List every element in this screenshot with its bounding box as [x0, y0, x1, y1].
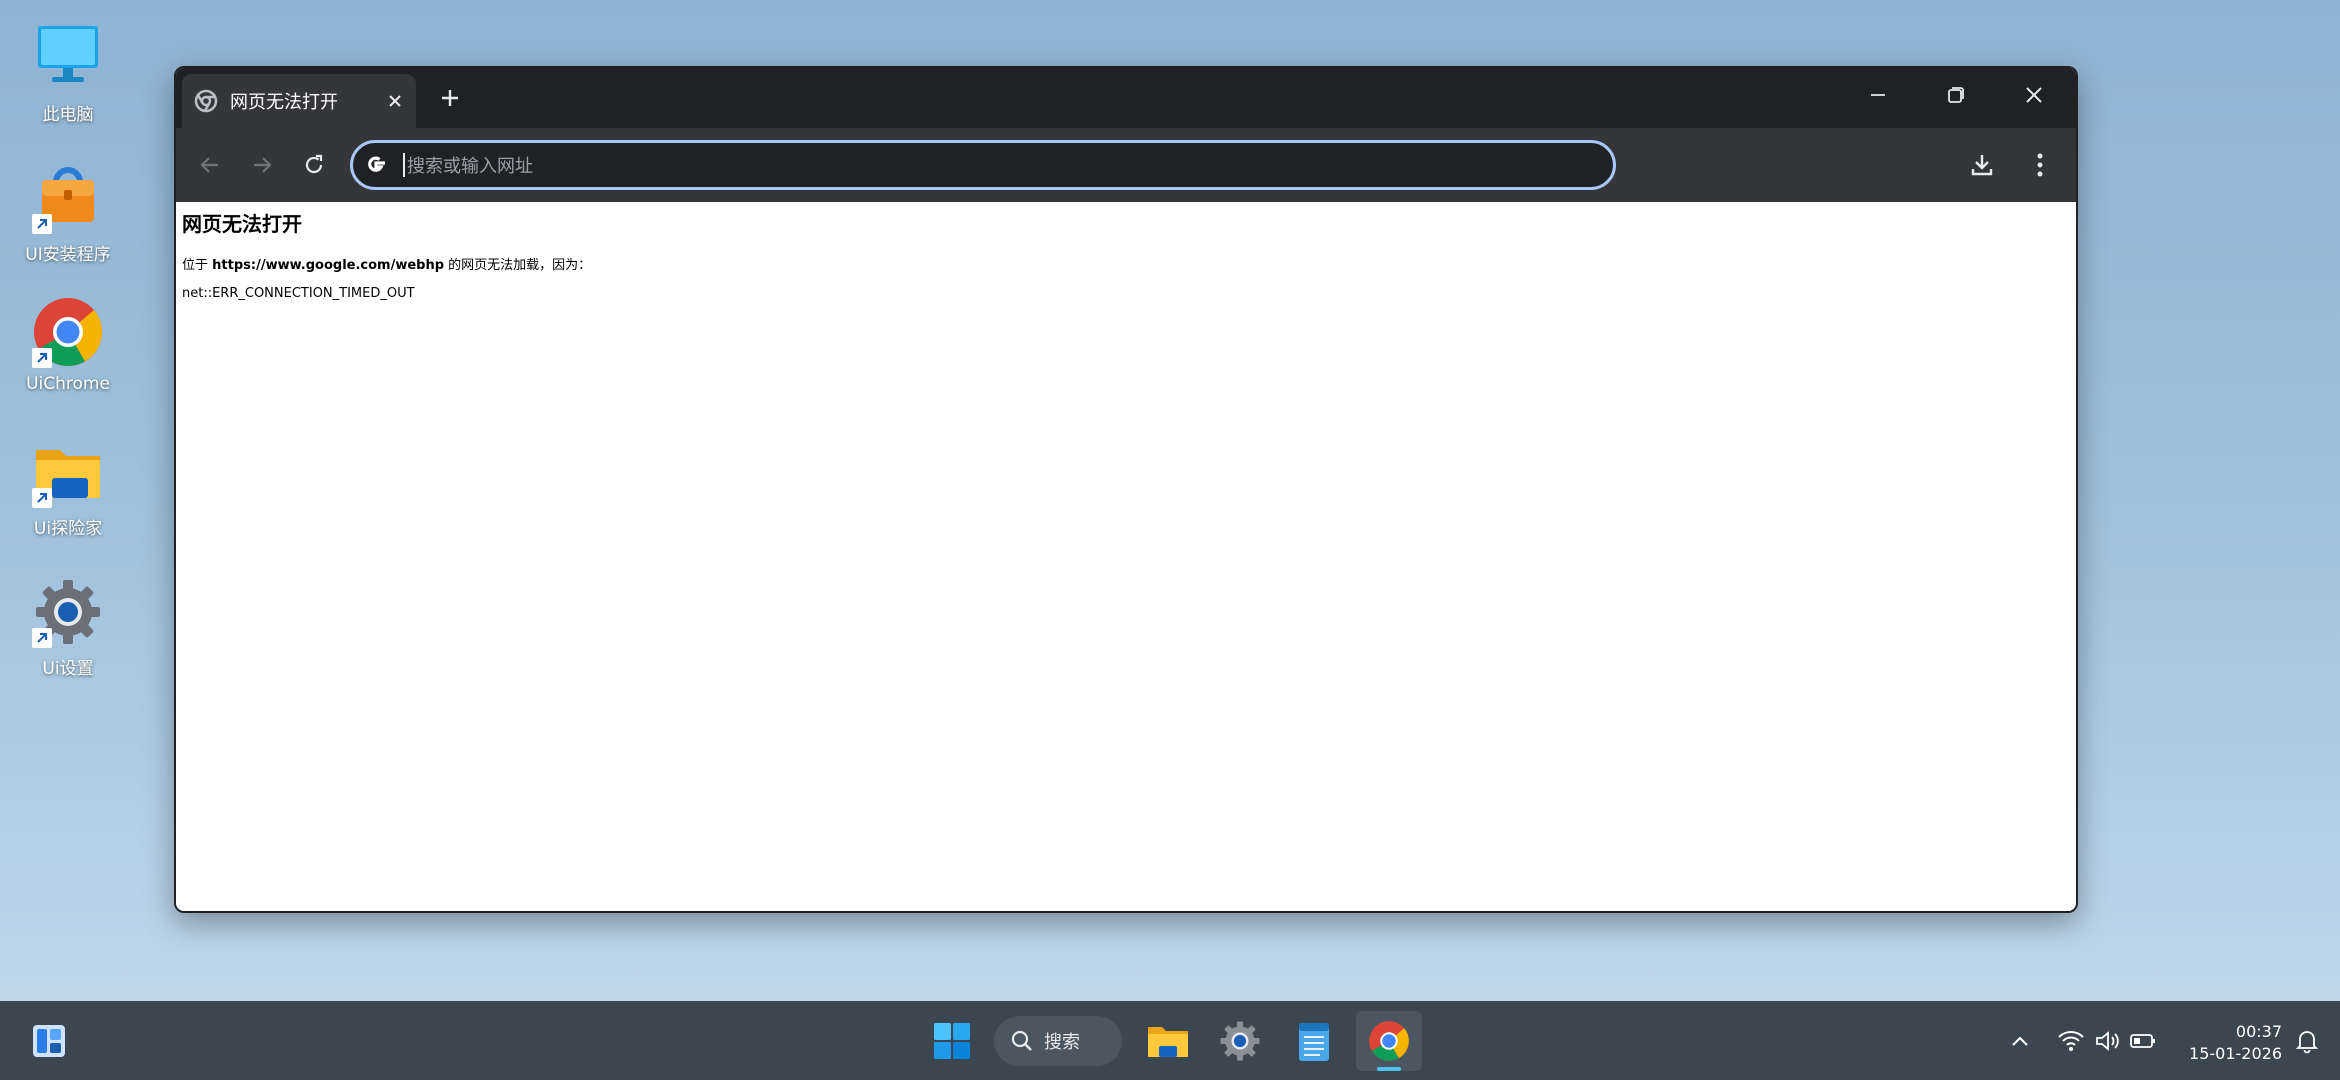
download-icon: [1971, 155, 1993, 176]
title-bar: 网页无法打开: [176, 68, 2076, 128]
show-hidden-icons-button[interactable]: [2004, 1011, 2036, 1071]
chrome-tab-icon: [194, 89, 218, 113]
downloads-button[interactable]: [1962, 145, 2002, 185]
installer-icon: [32, 162, 104, 234]
tab-title: 网页无法打开: [230, 92, 338, 113]
minimize-button[interactable]: [1848, 74, 1908, 116]
desktop-icon-ui-installer[interactable]: UI安装程序: [18, 162, 118, 265]
battery-button[interactable]: [2126, 1011, 2160, 1071]
notifications-button[interactable]: [2290, 1011, 2324, 1071]
clock-date: 15-01-2026: [2189, 1044, 2282, 1063]
arrow-right-icon: [254, 157, 272, 173]
desktop-icon-label: UI安装程序: [25, 245, 111, 265]
restore-icon: [1948, 87, 1964, 103]
system-clock[interactable]: 00:37 15-01-2026: [2189, 1021, 2282, 1065]
battery-icon: [2130, 1034, 2155, 1048]
search-icon: [1011, 1030, 1032, 1051]
chevron-up-icon: [2012, 1036, 2028, 1046]
wifi-icon: [2058, 1031, 2084, 1051]
widgets-button[interactable]: [24, 1011, 74, 1071]
error-message: 位于 https://www.google.com/webhp 的网页无法加载，…: [182, 254, 591, 273]
clock-time: 00:37: [2235, 1022, 2282, 1041]
minimize-icon: [1871, 94, 1885, 96]
close-icon: [2026, 87, 2042, 103]
bell-icon: [2295, 1031, 2319, 1054]
desktop-icon-label: Ui设置: [42, 659, 94, 679]
desktop-icon-this-pc[interactable]: 此电脑: [18, 22, 118, 125]
arrow-left-icon: [200, 157, 218, 173]
desktop-icon-ui-settings[interactable]: Ui设置: [18, 576, 118, 679]
taskbar-file-explorer[interactable]: [1140, 1011, 1196, 1071]
browser-window: 网页无法打开 搜索或输入网址 网页无法打开 位于 https://www.goo…: [174, 66, 2078, 913]
more-vertical-icon: [2037, 153, 2043, 177]
desktop-icon-ui-explorer[interactable]: Ui探险家: [18, 436, 118, 539]
desktop-icon-label: 此电脑: [42, 105, 94, 125]
browser-toolbar: 搜索或输入网址: [176, 128, 2076, 202]
text-caret: [403, 153, 405, 177]
start-icon: [934, 1023, 970, 1059]
shortcut-arrow-icon: [32, 488, 52, 508]
desktop-icon-label: Ui探险家: [33, 519, 103, 539]
menu-button[interactable]: [2020, 145, 2060, 185]
shortcut-arrow-icon: [32, 348, 52, 368]
back-button[interactable]: [190, 145, 230, 185]
shortcut-arrow-icon: [32, 214, 52, 234]
restore-button[interactable]: [1926, 74, 1986, 116]
error-message-prefix: 位于: [182, 258, 209, 273]
error-heading: 网页无法打开: [182, 212, 302, 236]
taskbar-search-label: 搜索: [1044, 1032, 1080, 1053]
folder-icon: [32, 436, 104, 508]
desktop-icon-uichrome[interactable]: UiChrome: [18, 296, 118, 394]
google-g-icon: [363, 152, 389, 178]
settings-icon: [1220, 1021, 1260, 1061]
error-code: net::ERR_CONNECTION_TIMED_OUT: [182, 286, 415, 301]
shortcut-arrow-icon: [32, 628, 52, 648]
widgets-icon: [33, 1025, 65, 1057]
plus-icon: [442, 90, 458, 106]
start-button[interactable]: [924, 1011, 980, 1071]
file-explorer-icon: [1148, 1027, 1188, 1057]
address-bar[interactable]: 搜索或输入网址: [350, 140, 1616, 190]
page-content: 网页无法打开 位于 https://www.google.com/webhp 的…: [176, 202, 2076, 911]
address-bar-placeholder: 搜索或输入网址: [407, 156, 533, 177]
notepad-icon: [1299, 1023, 1329, 1061]
volume-button[interactable]: [2090, 1011, 2124, 1071]
close-tab-icon[interactable]: [386, 92, 404, 110]
taskbar: 搜索 00:37 15-01-2026: [0, 1001, 2340, 1080]
taskbar-chrome[interactable]: [1356, 1011, 1422, 1071]
forward-button[interactable]: [242, 145, 282, 185]
close-button[interactable]: [2004, 74, 2064, 116]
reload-icon: [305, 154, 323, 174]
active-app-indicator: [1377, 1067, 1401, 1071]
taskbar-notepad[interactable]: [1286, 1011, 1342, 1071]
taskbar-search[interactable]: 搜索: [994, 1016, 1122, 1066]
desktop-icon-label: UiChrome: [26, 374, 110, 394]
computer-icon: [32, 22, 104, 94]
chrome-icon: [1369, 1021, 1409, 1061]
new-tab-button[interactable]: [434, 82, 466, 114]
taskbar-settings[interactable]: [1212, 1011, 1268, 1071]
error-url: https://www.google.com/webhp: [212, 258, 445, 273]
error-message-suffix: 的网页无法加载，因为：: [448, 258, 592, 273]
wifi-button[interactable]: [2054, 1011, 2088, 1071]
tab-active[interactable]: 网页无法打开: [182, 74, 416, 128]
chrome-icon: [32, 296, 104, 368]
gear-icon: [32, 576, 104, 648]
reload-button[interactable]: [294, 145, 334, 185]
volume-icon: [2096, 1031, 2119, 1051]
